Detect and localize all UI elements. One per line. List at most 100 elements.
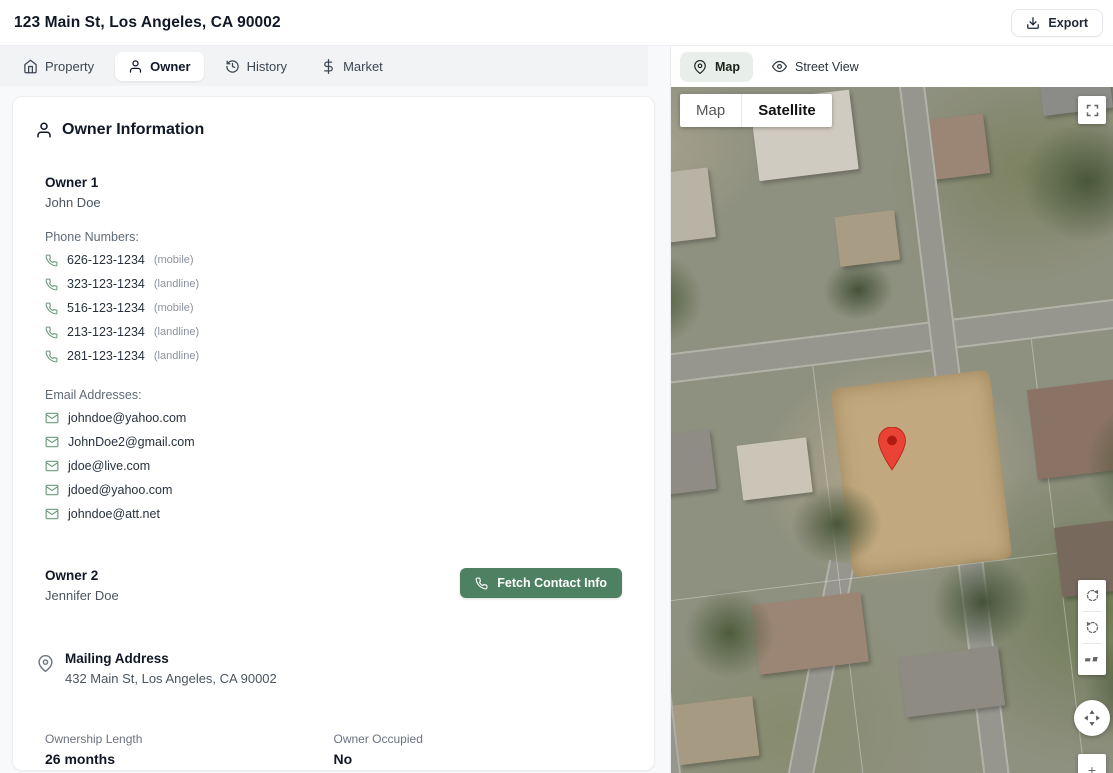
mail-icon <box>45 483 59 497</box>
tab-property[interactable]: Property <box>10 52 107 81</box>
email-row: jdoed@yahoo.com <box>45 478 622 502</box>
ownership-length-label: Ownership Length <box>45 732 334 746</box>
plus-icon: + <box>1088 762 1096 773</box>
mail-icon <box>45 459 59 473</box>
download-icon <box>1026 16 1040 30</box>
tilt-buildings-icon <box>1085 652 1100 667</box>
rotate-clockwise-button[interactable] <box>1078 580 1106 611</box>
card-title: Owner Information <box>62 121 204 139</box>
rotate-clockwise-icon <box>1085 588 1100 603</box>
person-icon <box>128 59 143 74</box>
left-content: Owner Information Owner 1 John Doe Phone… <box>0 86 670 773</box>
phone-row: 281-123-1234 (landline) <box>45 344 622 368</box>
phone-type: (landline) <box>154 350 199 362</box>
email-row: jdoe@live.com <box>45 454 622 478</box>
tab-strip: Property Owner History <box>0 46 648 86</box>
phone-type: (landline) <box>154 278 199 290</box>
owner-stats: Ownership Length 26 months Owner Occupie… <box>45 732 622 767</box>
toggle-street-view[interactable]: Street View <box>759 51 872 82</box>
export-button[interactable]: Export <box>1011 9 1103 37</box>
phone-type: (mobile) <box>154 254 194 266</box>
email-address: johndoe@att.net <box>68 507 160 521</box>
property-location-marker[interactable] <box>877 427 907 476</box>
toggle-street-view-label: Street View <box>795 60 859 74</box>
owner-occupied-label: Owner Occupied <box>334 732 623 746</box>
rotate-counterclockwise-button[interactable] <box>1078 612 1106 643</box>
phone-number: 626-123-1234 <box>67 253 145 267</box>
phone-icon <box>45 326 58 339</box>
mailing-address-value: 432 Main St, Los Angeles, CA 90002 <box>65 671 277 686</box>
phone-row: 213-123-1234 (landline) <box>45 320 622 344</box>
map-pin-icon <box>37 655 54 672</box>
phone-section-label: Phone Numbers: <box>45 230 622 244</box>
fetch-contact-info-label: Fetch Contact Info <box>497 576 607 590</box>
mailing-address-text: Mailing Address 432 Main St, Los Angeles… <box>65 651 277 686</box>
owner-occupied-stat: Owner Occupied No <box>334 732 623 767</box>
map-type-satellite-button[interactable]: Satellite <box>742 94 832 127</box>
tab-owner-label: Owner <box>150 59 190 74</box>
header: 123 Main St, Los Angeles, CA 90002 Expor… <box>0 0 1113 46</box>
mailing-address-section: Mailing Address 432 Main St, Los Angeles… <box>37 651 622 686</box>
phone-icon <box>475 577 488 590</box>
phone-number: 323-123-1234 <box>67 277 145 291</box>
map-view-toggle: Map Street View <box>671 46 1113 87</box>
fetch-contact-info-button[interactable]: Fetch Contact Info <box>460 568 622 598</box>
home-icon <box>23 59 38 74</box>
phone-type: (landline) <box>154 326 199 338</box>
map-rooftop <box>671 167 716 247</box>
pan-control-button[interactable] <box>1074 700 1110 736</box>
map-panel: Map Street View <box>670 46 1113 773</box>
owner1-label: Owner 1 <box>45 175 622 190</box>
map-pin-icon <box>693 60 707 74</box>
toggle-map-view[interactable]: Map <box>680 52 753 82</box>
page-title: 123 Main St, Los Angeles, CA 90002 <box>14 14 281 32</box>
email-row: JohnDoe2@gmail.com <box>45 430 622 454</box>
tab-owner[interactable]: Owner <box>115 52 203 81</box>
map-tree <box>820 256 897 324</box>
phone-row: 626-123-1234 (mobile) <box>45 248 622 272</box>
zoom-in-button[interactable]: + <box>1078 754 1106 773</box>
map-tree <box>1015 114 1113 249</box>
map-type-map-button[interactable]: Map <box>680 94 741 127</box>
eye-icon <box>772 59 787 74</box>
owner-information-card: Owner Information Owner 1 John Doe Phone… <box>12 96 655 771</box>
main-body: Property Owner History <box>0 46 1113 773</box>
ownership-length-stat: Ownership Length 26 months <box>45 732 334 767</box>
email-row: johndoe@att.net <box>45 502 622 526</box>
owner2-name: Jennifer Doe <box>45 588 119 603</box>
phone-number: 516-123-1234 <box>67 301 145 315</box>
owner2-info: Owner 2 Jennifer Doe <box>45 568 119 603</box>
dollar-icon <box>321 59 336 74</box>
owner1-name: John Doe <box>45 195 622 210</box>
tab-history[interactable]: History <box>212 52 300 81</box>
map-rotate-controls <box>1078 580 1106 675</box>
mail-icon <box>45 435 59 449</box>
tilt-view-button[interactable] <box>1078 644 1106 675</box>
map-rooftop <box>671 429 717 498</box>
email-address: johndoe@yahoo.com <box>68 411 186 425</box>
phone-icon <box>45 302 58 315</box>
map-rooftop <box>834 210 900 267</box>
map-type-satellite-label: Satellite <box>758 102 816 119</box>
mail-icon <box>45 411 59 425</box>
satellite-map[interactable]: Map Satellite <box>671 87 1113 773</box>
toggle-map-view-label: Map <box>715 60 740 74</box>
export-button-label: Export <box>1048 16 1088 30</box>
pan-arrows-icon <box>1082 708 1102 728</box>
map-rooftop <box>673 696 760 765</box>
email-section-label: Email Addresses: <box>45 388 622 402</box>
phone-icon <box>45 254 58 267</box>
map-rooftop <box>737 437 813 500</box>
phone-row: 516-123-1234 (mobile) <box>45 296 622 320</box>
email-address: JohnDoe2@gmail.com <box>68 435 195 449</box>
left-panel: Property Owner History <box>0 46 670 773</box>
map-type-map-label: Map <box>696 102 725 119</box>
tab-market[interactable]: Market <box>308 52 396 81</box>
email-address: jdoed@yahoo.com <box>68 483 172 497</box>
tab-market-label: Market <box>343 59 383 74</box>
phone-type: (mobile) <box>154 302 194 314</box>
fullscreen-button[interactable] <box>1078 96 1106 124</box>
map-tree <box>671 249 708 349</box>
owner2-label: Owner 2 <box>45 568 119 583</box>
phone-number: 281-123-1234 <box>67 349 145 363</box>
